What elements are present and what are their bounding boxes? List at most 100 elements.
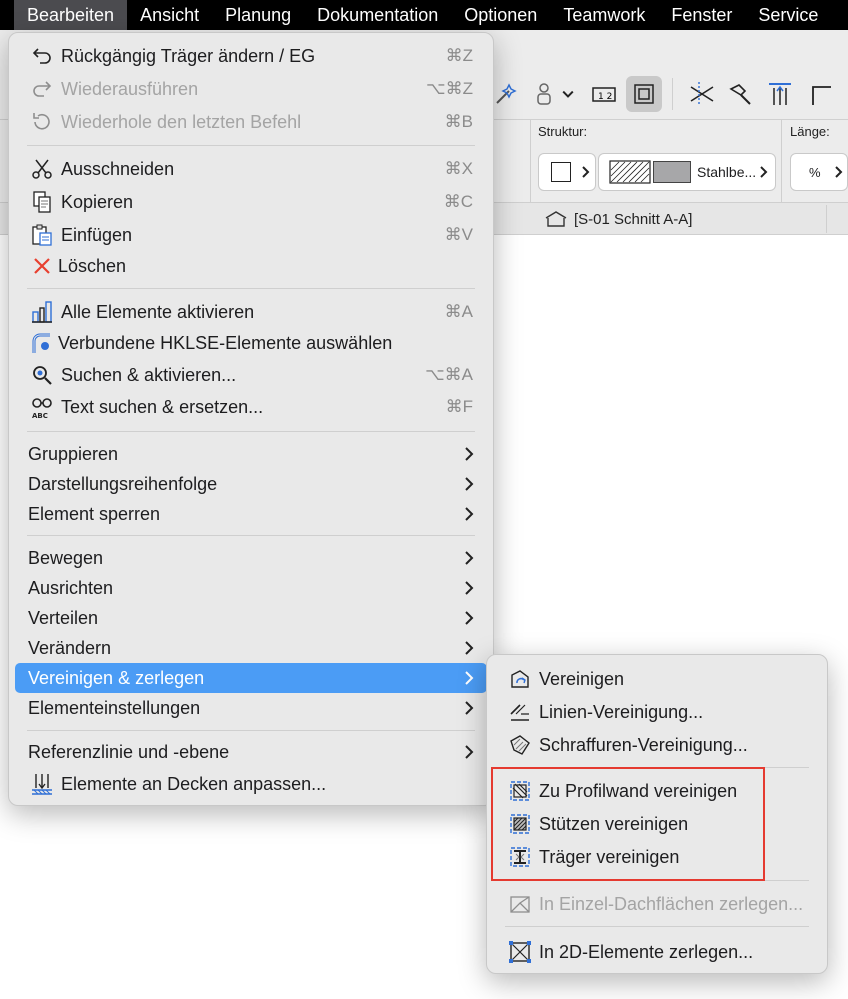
- menubar-service[interactable]: Service: [745, 0, 831, 30]
- select-box-icon[interactable]: [626, 76, 662, 112]
- menubar-dokumentation[interactable]: Dokumentation: [304, 0, 451, 30]
- repeat-icon: [29, 109, 55, 135]
- chevron-right-icon: [465, 745, 474, 759]
- menubar-fenster[interactable]: Fenster: [658, 0, 745, 30]
- menu-item-fit-to-slab[interactable]: Elemente an Decken anpassen...: [15, 769, 487, 799]
- menubar-planung[interactable]: Planung: [212, 0, 304, 30]
- mep-connected-icon: [29, 330, 55, 356]
- menu-item-label: Verteilen: [28, 607, 99, 628]
- menu-item-group[interactable]: Gruppieren: [15, 439, 487, 469]
- menu-item-label: Element sperren: [28, 503, 161, 524]
- chevron-right-icon: [834, 166, 842, 178]
- shortcut-label: ⌘V: [444, 225, 473, 244]
- copy-icon: [29, 189, 55, 215]
- menu-separator: [27, 288, 475, 289]
- delete-x-icon: [29, 253, 55, 279]
- menu-separator: [505, 926, 809, 927]
- menu-item-reference-line[interactable]: Referenzlinie und -ebene: [15, 737, 487, 767]
- hammer-icon[interactable]: [722, 76, 758, 112]
- material-name: Stahlbe...: [697, 164, 757, 180]
- submenu-item-merge[interactable]: Vereinigen: [493, 664, 821, 694]
- menubar-bearbeiten[interactable]: Bearbeiten: [14, 0, 128, 30]
- menu-item-label: Vereinigen & zerlegen: [28, 667, 205, 688]
- tab-section-view[interactable]: [S-01 Schnitt A-A]: [544, 208, 692, 230]
- menu-item-merge-explode[interactable]: Vereinigen & zerlegen: [15, 663, 487, 693]
- explode-2d-icon: [507, 939, 533, 965]
- adjust-icon[interactable]: [762, 76, 798, 112]
- menu-item-cut[interactable]: Ausschneiden ⌘X: [15, 154, 487, 184]
- menu-item-element-settings[interactable]: Elementeinstellungen: [15, 693, 487, 723]
- menu-item-display-order[interactable]: Darstellungsreihenfolge: [15, 469, 487, 499]
- menubar-teamwork[interactable]: Teamwork: [550, 0, 658, 30]
- submenu-item-label: Linien-Vereinigung...: [539, 701, 704, 722]
- shortcut-label: ⌥⌘A: [425, 365, 473, 384]
- menu-item-select-mep[interactable]: Verbundene HKLSE-Elemente auswählen: [15, 328, 487, 358]
- line-merge-icon: [507, 699, 533, 725]
- submenu-item-explode-2d[interactable]: In 2D-Elemente zerlegen...: [493, 937, 821, 967]
- trim-icon[interactable]: [684, 76, 720, 112]
- menu-item-label: Gruppieren: [28, 443, 119, 464]
- material-selector[interactable]: Stahlbe...: [598, 153, 776, 191]
- menu-item-label: Ausrichten: [28, 577, 114, 598]
- menu-item-select-all[interactable]: Alle Elemente aktivieren ⌘A: [15, 297, 487, 327]
- merge-icon: [507, 666, 533, 692]
- submenu-item-label: In 2D-Elemente zerlegen...: [539, 941, 754, 962]
- laenge-label: Länge:: [790, 124, 830, 139]
- chevron-right-icon: [760, 166, 768, 178]
- menu-item-label: Löschen: [58, 255, 127, 276]
- menu-item-paste[interactable]: Einfügen ⌘V: [15, 220, 487, 250]
- menu-separator: [27, 145, 475, 146]
- shortcut-label: ⌘Z: [445, 46, 473, 65]
- menu-item-delete[interactable]: Löschen: [15, 251, 487, 281]
- find-replace-icon: ABC: [29, 394, 55, 420]
- menu-item-lock[interactable]: Element sperren: [15, 499, 487, 529]
- svg-text:ABC: ABC: [32, 412, 48, 419]
- menu-item-modify[interactable]: Verändern: [15, 633, 487, 663]
- menu-item-find-select[interactable]: Suchen & aktivieren... ⌥⌘A: [15, 360, 487, 390]
- tab-section-label: [S-01 Schnitt A-A]: [574, 210, 693, 228]
- measure-icon[interactable]: 1 2: [586, 76, 622, 112]
- menu-item-label: Wiederhole den letzten Befehl: [61, 111, 302, 132]
- chevron-right-icon: [465, 551, 474, 565]
- shortcut-label: ⌘B: [444, 112, 473, 131]
- menubar-optionen[interactable]: Optionen: [451, 0, 550, 30]
- menu-item-copy[interactable]: Kopieren ⌘C: [15, 187, 487, 217]
- submenu-item-label: Vereinigen: [539, 668, 625, 689]
- submenu-item-line-merge[interactable]: Linien-Vereinigung...: [493, 697, 821, 727]
- menu-item-label: Verändern: [28, 637, 112, 658]
- material-swatch: [653, 161, 691, 183]
- submenu-item-label: In Einzel-Dachflächen zerlegen...: [539, 893, 804, 914]
- menu-item-label: Suchen & aktivieren...: [61, 364, 237, 385]
- annotation-highlight-box: [491, 767, 765, 881]
- menu-item-find-replace[interactable]: ABC Text suchen & ersetzen... ⌘F: [15, 392, 487, 422]
- toolbar-divider: [672, 78, 673, 110]
- chevron-right-icon: [465, 701, 474, 715]
- submenu-item-fill-merge[interactable]: Schraffuren-Vereinigung...: [493, 730, 821, 760]
- menu-bar: Bearbeiten Ansicht Planung Dokumentation…: [0, 0, 848, 30]
- menu-item-repeat[interactable]: Wiederhole den letzten Befehl ⌘B: [15, 107, 487, 137]
- chevron-down-icon[interactable]: [556, 76, 580, 112]
- menu-item-label: Darstellungsreihenfolge: [28, 473, 218, 494]
- submenu-item-roof-explode[interactable]: In Einzel-Dachflächen zerlegen...: [493, 889, 821, 919]
- svg-text:1 2: 1 2: [598, 92, 612, 102]
- menu-item-label: Text suchen & ersetzen...: [61, 396, 264, 417]
- menu-item-align[interactable]: Ausrichten: [15, 573, 487, 603]
- menubar-ansicht[interactable]: Ansicht: [127, 0, 212, 30]
- section-icon: [545, 211, 567, 227]
- chevron-right-icon: [465, 507, 474, 521]
- tab-divider: [826, 205, 827, 233]
- menu-item-label: Kopieren: [61, 191, 134, 212]
- menu-item-label: Wiederausführen: [61, 78, 199, 99]
- menu-item-redo[interactable]: Wiederausführen ⌥⌘Z: [15, 74, 487, 104]
- menu-item-move[interactable]: Bewegen: [15, 543, 487, 573]
- chevron-right-icon: [465, 671, 474, 685]
- structure-type-selector[interactable]: [538, 153, 596, 191]
- shortcut-label: ⌘C: [443, 192, 473, 211]
- menu-item-label: Rückgängig Träger ändern / EG: [61, 45, 316, 66]
- length-control[interactable]: %: [790, 153, 848, 191]
- fill-merge-icon: [507, 732, 533, 758]
- chevron-right-icon: [465, 611, 474, 625]
- corner-icon[interactable]: [802, 76, 838, 112]
- menu-item-undo[interactable]: Rückgängig Träger ändern / EG ⌘Z: [15, 41, 487, 71]
- menu-item-distribute[interactable]: Verteilen: [15, 603, 487, 633]
